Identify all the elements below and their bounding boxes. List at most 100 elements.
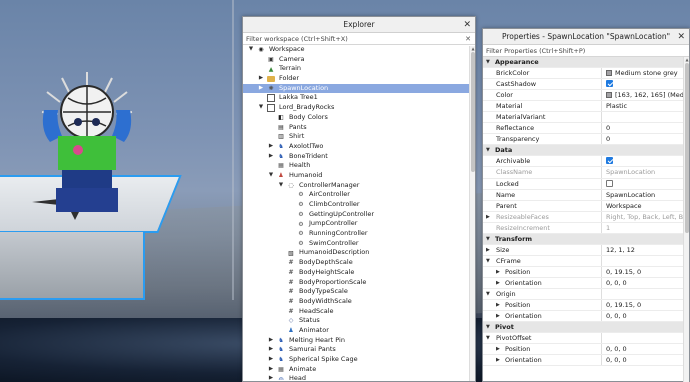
property-value[interactable]: 0, 0, 0: [604, 311, 689, 321]
collapse-icon[interactable]: ▼: [486, 256, 490, 266]
property-row-size[interactable]: ▶ Size 12, 1, 12: [483, 244, 689, 256]
expand-down-icon[interactable]: ▼: [247, 45, 255, 55]
explorer-filter-input[interactable]: Filter workspace (Ctrl+Shift+X) ✕: [243, 33, 475, 45]
expand-down-icon[interactable]: ▼: [257, 103, 265, 113]
property-value[interactable]: 12, 1, 12: [604, 245, 689, 255]
collapse-icon[interactable]: ▼: [486, 322, 490, 332]
property-row-color[interactable]: Color [163, 162, 165] (Medium stone grey): [483, 90, 689, 102]
expand-icon[interactable]: ▶: [486, 212, 490, 222]
collapse-icon[interactable]: ▼: [486, 145, 490, 155]
explorer-item-bodytypescale[interactable]: # BodyTypeScale: [243, 287, 475, 297]
scroll-up-icon[interactable]: ▲: [470, 46, 476, 51]
explorer-item-pants[interactable]: ▤ Pants: [243, 123, 475, 133]
expand-right-icon[interactable]: ▶: [267, 345, 275, 355]
property-value[interactable]: [163, 162, 165] (Medium stone grey): [604, 90, 689, 100]
expand-icon[interactable]: ▶: [486, 245, 490, 255]
expand-icon[interactable]: ▶: [496, 278, 500, 288]
property-row-transparency[interactable]: Transparency 0: [483, 134, 689, 146]
property-row-castshadow[interactable]: CastShadow: [483, 79, 689, 91]
explorer-item-lord-bradyrocks[interactable]: ▼ Lord_BradyRocks: [243, 103, 475, 113]
explorer-item-runningcontroller[interactable]: ⚙ RunningController: [243, 229, 475, 239]
explorer-item-spherical-spike-cage[interactable]: ▶ ♞ Spherical Spike Cage: [243, 355, 475, 365]
property-row-material[interactable]: Material Plastic: [483, 101, 689, 113]
explorer-item-camera[interactable]: ▣ Camera: [243, 55, 475, 65]
explorer-scrollbar[interactable]: ▲: [469, 46, 475, 381]
property-category-transform[interactable]: ▼ Transform: [483, 233, 689, 245]
property-value[interactable]: Right, Top, Back, Left, Bottom, Front: [604, 212, 689, 222]
scroll-up-icon[interactable]: ▲: [684, 57, 690, 62]
property-value[interactable]: 0, 0, 0: [604, 278, 689, 288]
explorer-item-spawnlocation[interactable]: ▶ ✺ SpawnLocation: [243, 83, 475, 94]
property-value[interactable]: [604, 156, 689, 166]
properties-table[interactable]: ▼ Appearance BrickColor Medium stone grey Ca…: [483, 57, 689, 367]
expand-down-icon[interactable]: ▼: [277, 181, 285, 191]
explorer-item-samurai-pants[interactable]: ▶ ♞ Samurai Pants: [243, 345, 475, 355]
explorer-item-humanoiddescription[interactable]: ▧ HumanoidDescription: [243, 248, 475, 258]
expand-down-icon[interactable]: ▼: [267, 171, 275, 181]
expand-right-icon[interactable]: ▶: [267, 152, 275, 162]
explorer-item-status[interactable]: ◇ Status: [243, 316, 475, 326]
properties-scrollbar[interactable]: ▲: [683, 57, 689, 382]
property-value[interactable]: Plastic: [604, 101, 689, 111]
property-row-pivotoffset[interactable]: ▼ PivotOffset: [483, 333, 689, 345]
checkbox[interactable]: [606, 80, 613, 88]
property-row-orientation[interactable]: ▶ Orientation 0, 0, 0: [483, 311, 689, 323]
explorer-item-workspace[interactable]: ▼ ◉ Workspace: [243, 45, 475, 55]
property-value[interactable]: 0: [604, 123, 689, 133]
explorer-item-terrain[interactable]: ▲ Terrain: [243, 64, 475, 74]
property-value[interactable]: [604, 79, 689, 89]
explorer-item-shirt[interactable]: ▥ Shirt: [243, 132, 475, 142]
properties-filter-input[interactable]: Filter Properties (Ctrl+Shift+P): [483, 45, 689, 57]
explorer-item-controllermanager[interactable]: ▼ ◌ ControllerManager: [243, 181, 475, 191]
property-value[interactable]: 0, 0, 0: [604, 355, 689, 365]
expand-right-icon[interactable]: ▶: [267, 142, 275, 152]
explorer-item-body-colors[interactable]: ◧ Body Colors: [243, 113, 475, 123]
avatar-character[interactable]: [32, 70, 142, 220]
property-row-resizeincrement[interactable]: ResizeIncrement 1: [483, 222, 689, 234]
property-row-resizeablefaces[interactable]: ▶ ResizeableFaces Right, Top, Back, Left, …: [483, 211, 689, 223]
expand-icon[interactable]: ▶: [496, 344, 500, 354]
expand-icon[interactable]: ▶: [496, 267, 500, 277]
explorer-item-jumpcontroller[interactable]: ⚙ JumpController: [243, 219, 475, 229]
property-category-data[interactable]: ▼ Data: [483, 145, 689, 157]
property-row-origin[interactable]: ▼ Origin: [483, 288, 689, 301]
property-value[interactable]: 0, 19.15, 0: [604, 267, 689, 277]
explorer-item-axolotltwo[interactable]: ▶ ♞ AxolotlTwo: [243, 142, 475, 152]
explorer-item-bodydepthscale[interactable]: # BodyDepthScale: [243, 258, 475, 268]
property-row-materialvariant[interactable]: MaterialVariant: [483, 112, 689, 124]
property-row-brickcolor[interactable]: BrickColor Medium stone grey: [483, 68, 689, 80]
explorer-item-bonetrident[interactable]: ▶ ♞ BoneTrident: [243, 152, 475, 162]
explorer-item-animator[interactable]: ♟ Animator: [243, 326, 475, 336]
expand-right-icon[interactable]: ▶: [267, 374, 275, 380]
filter-clear-icon[interactable]: ✕: [465, 33, 471, 45]
property-value[interactable]: 0, 19.15, 0: [604, 300, 689, 310]
property-value[interactable]: 0: [604, 134, 689, 144]
explorer-item-humanoid[interactable]: ▼ ♟ Humanoid: [243, 171, 475, 181]
property-row-orientation[interactable]: ▶ Orientation 0, 0, 0: [483, 355, 689, 367]
color-swatch-icon[interactable]: [606, 92, 612, 99]
property-value[interactable]: SpawnLocation: [604, 190, 689, 200]
property-value[interactable]: 1: [604, 223, 689, 233]
property-row-classname[interactable]: ClassName SpawnLocation: [483, 167, 689, 179]
explorer-item-aircontroller[interactable]: ⚙ AirController: [243, 190, 475, 200]
explorer-item-bodyheightscale[interactable]: # BodyHeightScale: [243, 268, 475, 278]
checkbox[interactable]: [606, 157, 613, 165]
property-row-archivable[interactable]: Archivable: [483, 156, 689, 168]
explorer-item-bodywidthscale[interactable]: # BodyWidthScale: [243, 297, 475, 307]
property-category-appearance[interactable]: ▼ Appearance: [483, 57, 689, 69]
spawn-location-side[interactable]: [0, 232, 145, 300]
property-row-cframe[interactable]: ▼ CFrame: [483, 255, 689, 267]
property-row-parent[interactable]: Parent Workspace: [483, 200, 689, 212]
property-row-position[interactable]: ▶ Position 0, 19.15, 0: [483, 300, 689, 312]
collapse-icon[interactable]: ▼: [486, 333, 490, 343]
property-row-locked[interactable]: Locked: [483, 178, 689, 190]
explorer-item-head[interactable]: ▶ ◍ Head: [243, 374, 475, 380]
expand-right-icon[interactable]: ▶: [267, 355, 275, 365]
property-row-name[interactable]: Name SpawnLocation: [483, 189, 689, 201]
explorer-scroll-thumb[interactable]: [471, 52, 475, 172]
collapse-icon[interactable]: ▼: [486, 57, 490, 67]
property-value[interactable]: Medium stone grey: [604, 68, 689, 78]
explorer-item-headscale[interactable]: # HeadScale: [243, 307, 475, 317]
explorer-item-swimcontroller[interactable]: ⚙ SwimController: [243, 239, 475, 249]
property-value[interactable]: Workspace: [604, 201, 689, 211]
